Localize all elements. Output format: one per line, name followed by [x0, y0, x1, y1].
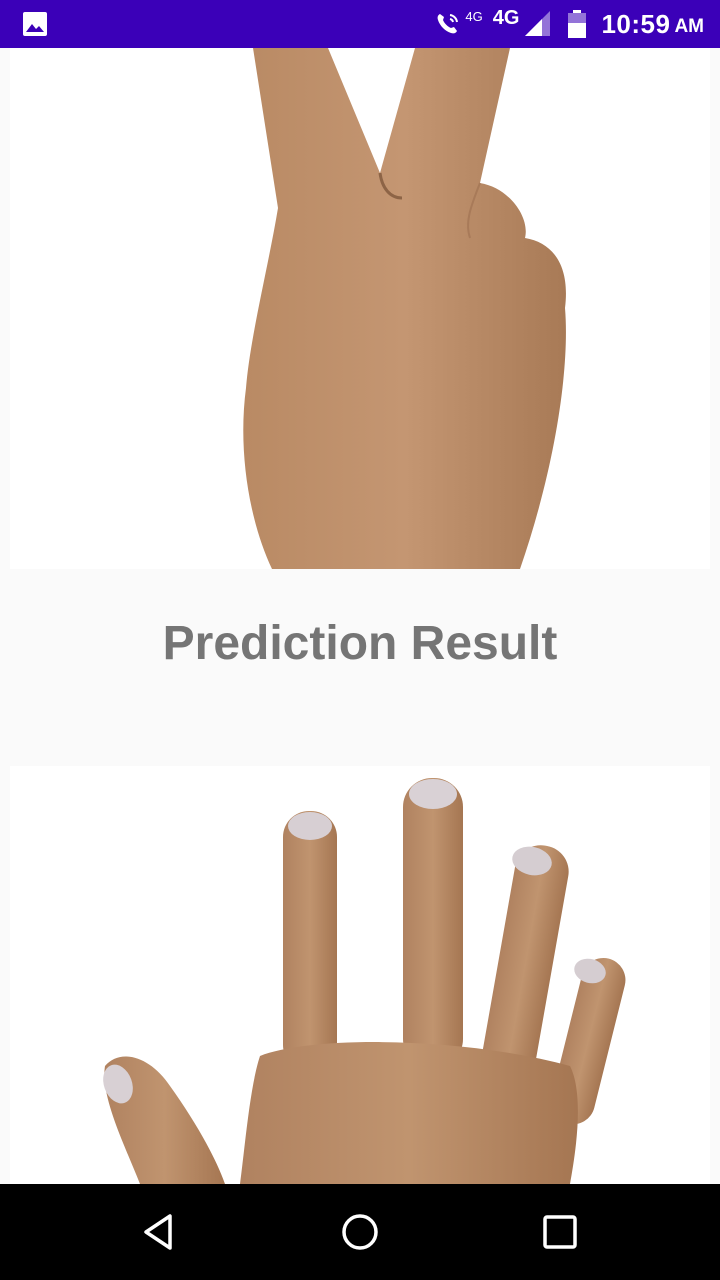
top-hand-image — [10, 48, 710, 569]
back-button[interactable] — [136, 1208, 184, 1256]
recents-button[interactable] — [536, 1208, 584, 1256]
call-network-label: 4G — [465, 8, 483, 24]
clock-ampm: AM — [674, 16, 704, 37]
status-bar: 4G 4G 10:59 AM — [0, 0, 720, 48]
bottom-hand-image — [10, 766, 710, 1184]
gallery-icon — [23, 12, 47, 36]
clock: 10:59 — [601, 8, 671, 39]
status-icons: 4G 4G 10:59 AM — [433, 0, 704, 48]
signal-icon — [525, 11, 551, 36]
navigation-bar — [0, 1184, 720, 1280]
battery-icon — [568, 10, 587, 38]
wifi-call-icon — [438, 14, 459, 34]
prediction-result-title: Prediction Result — [162, 617, 558, 670]
home-button[interactable] — [336, 1208, 384, 1256]
network-label: 4G — [492, 6, 520, 29]
